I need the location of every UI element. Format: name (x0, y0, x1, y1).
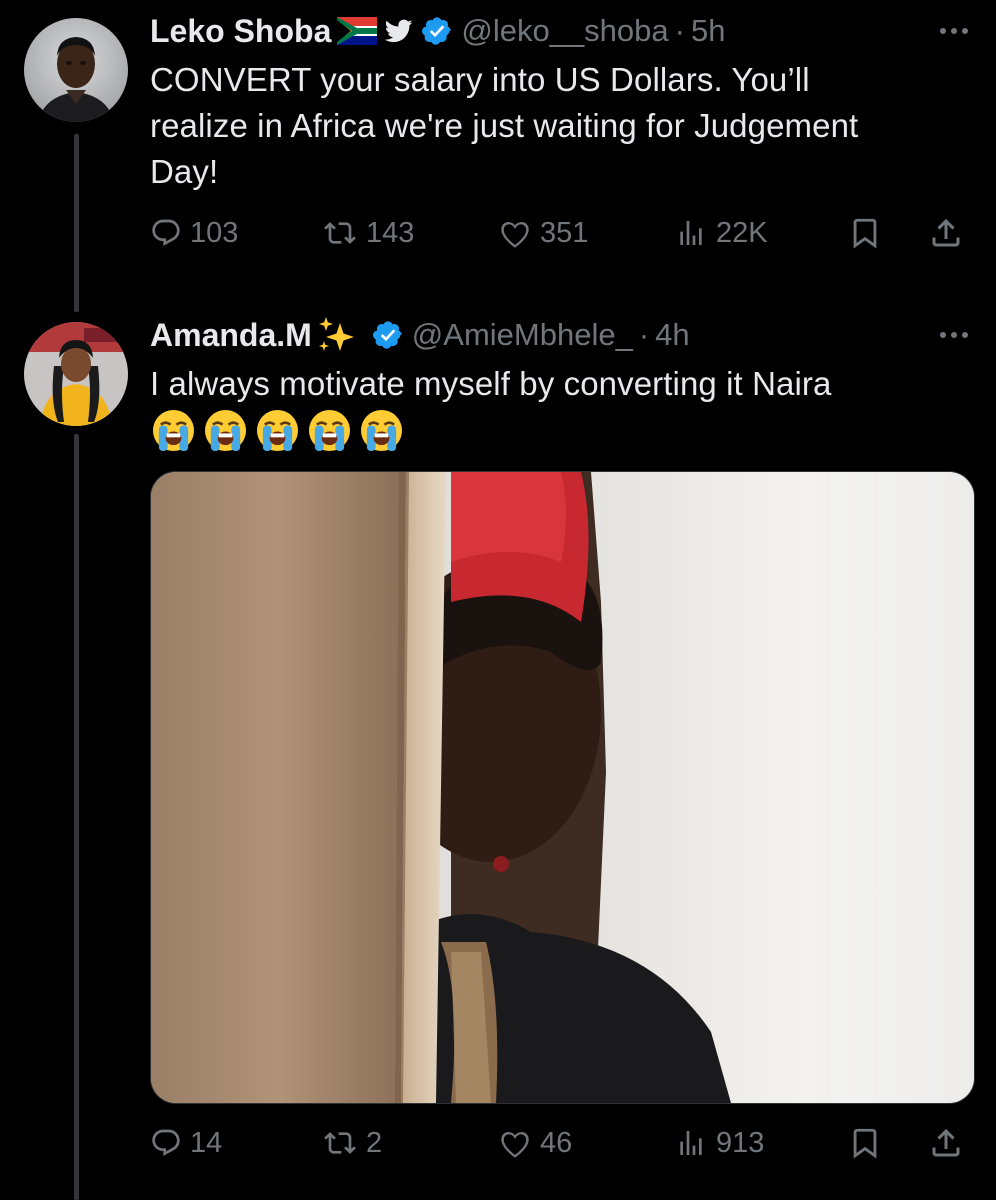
bookmark-button[interactable] (848, 211, 882, 255)
avatar-image (24, 322, 128, 426)
reply-count: 14 (190, 1126, 223, 1159)
more-dot (940, 332, 946, 338)
reply-handle[interactable]: @AmieMbhele_ (412, 317, 633, 353)
south-africa-flag-icon (337, 17, 378, 45)
sparkles-icon (316, 315, 356, 355)
thread-line-lower (74, 434, 79, 1200)
separator-dot: · (674, 13, 685, 48)
more-dot (940, 28, 946, 34)
bookmark-button[interactable] (848, 1121, 882, 1165)
like-count: 351 (540, 216, 589, 249)
share-button[interactable] (928, 1121, 964, 1165)
more-options-button[interactable] (940, 332, 972, 338)
main-text-line: realize in Africa we're just waiting for… (150, 107, 859, 144)
bookmark-icon (853, 1128, 877, 1159)
bird-icon (383, 17, 415, 45)
reply-button[interactable]: 14 (150, 1121, 222, 1165)
like-count: 46 (540, 1126, 573, 1159)
crying-face-emoji (152, 409, 195, 452)
more-dot (962, 28, 968, 34)
retweet-icon (324, 222, 356, 244)
retweet-button[interactable]: 2 (322, 1121, 382, 1165)
verified-badge-icon (421, 15, 453, 47)
retweet-icon (324, 1132, 356, 1154)
reply-tweet-header: Amanda.M @AmieMbhele_ · 4h (150, 313, 972, 357)
crying-face-emoji (360, 409, 403, 452)
avatar-leko-shoba[interactable] (24, 18, 128, 122)
more-dot (951, 28, 957, 34)
reply-icon (152, 1129, 180, 1156)
more-dot (951, 332, 957, 338)
separator-dot: · (638, 317, 650, 352)
main-tweet-text: CONVERT your salary into US Dollars. You… (150, 57, 956, 195)
avatar-amanda-m[interactable] (24, 322, 128, 426)
main-tweet-actions: 103 143 351 22K (150, 211, 968, 255)
views-button[interactable]: 913 (674, 1121, 764, 1165)
main-tweet-header: Leko Shoba @leko__shoba · 5h (150, 9, 972, 53)
views-count: 22K (716, 216, 768, 249)
reply-count: 103 (190, 216, 239, 249)
main-handle[interactable]: @leko__shoba (461, 13, 668, 49)
retweet-count: 143 (366, 216, 415, 249)
crying-face-emoji (204, 409, 247, 452)
reply-display-name[interactable]: Amanda.M (150, 317, 312, 354)
more-dot (962, 332, 968, 338)
reply-media-image[interactable] (150, 471, 975, 1104)
crying-face-emoji (308, 409, 351, 452)
reply-tweet-text: I always motivate myself by converting i… (150, 365, 832, 402)
retweet-button[interactable]: 143 (322, 211, 414, 255)
views-count: 913 (716, 1126, 765, 1159)
share-icon (932, 1128, 960, 1157)
like-button[interactable]: 351 (498, 211, 588, 255)
reply-tweet-actions: 14 2 46 913 (150, 1121, 968, 1165)
verified-badge-icon (372, 319, 404, 351)
share-button[interactable] (928, 211, 964, 255)
avatar-image (24, 18, 128, 122)
reply-button[interactable]: 103 (150, 211, 238, 255)
main-timestamp[interactable]: 5h (691, 13, 725, 49)
retweet-count: 2 (366, 1126, 383, 1159)
heart-icon (501, 1131, 529, 1158)
reply-emoji-row (152, 409, 403, 452)
reply-icon (152, 219, 180, 246)
views-button[interactable]: 22K (674, 211, 768, 255)
more-options-button[interactable] (940, 28, 972, 34)
crying-face-emoji (256, 409, 299, 452)
thread-line-upper (74, 134, 79, 312)
reply-timestamp[interactable]: 4h (655, 317, 689, 353)
views-chart-icon (680, 1131, 702, 1155)
main-text-line: CONVERT your salary into US Dollars. You… (150, 61, 810, 98)
bookmark-icon (853, 218, 877, 249)
views-chart-icon (680, 221, 702, 245)
heart-icon (501, 221, 529, 248)
main-display-name[interactable]: Leko Shoba (150, 13, 331, 50)
share-icon (932, 218, 960, 247)
woman-peeking-behind-door-photo (151, 472, 974, 1103)
main-text-line: Day! (150, 153, 219, 190)
like-button[interactable]: 46 (498, 1121, 572, 1165)
